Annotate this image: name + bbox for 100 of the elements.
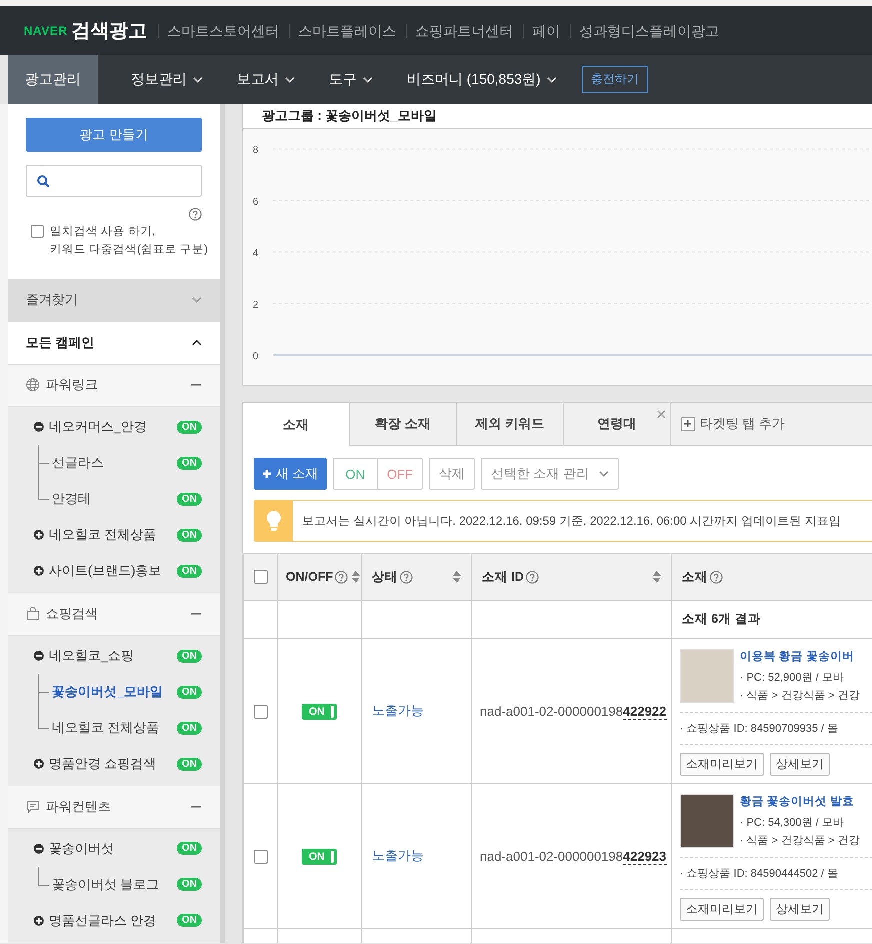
- campaign-item[interactable]: 네오힐코_쇼핑 ON: [8, 638, 220, 674]
- help-icon[interactable]: [400, 570, 413, 584]
- campaign-item[interactable]: 사이트(브랜드)홍보 ON: [8, 553, 220, 590]
- ad-group-item[interactable]: 안경테 ON: [8, 481, 220, 518]
- status-badge: ON: [177, 758, 202, 771]
- campaign-label: 명품안경 쇼핑검색: [49, 755, 158, 774]
- axis-tick-label: 6: [252, 197, 259, 208]
- lightbulb-icon: [266, 510, 282, 532]
- preview-button[interactable]: 소재미리보기: [680, 753, 764, 776]
- plus-circle-icon[interactable]: [34, 566, 44, 576]
- nav-menu-item[interactable]: 비즈머니 (150,853원): [390, 55, 574, 104]
- notice-text: 보고서는 실시간이 아닙니다. 2022.12.16. 09:59 기준, 2022.12.16. 06:00 시간까지 업데이트된 지표입: [301, 512, 841, 530]
- header-link[interactable]: 성과형디스플레이광고: [570, 24, 729, 38]
- column-header: 상태: [372, 568, 398, 586]
- ad-group-item[interactable]: 네오힐코 전체상품 ON: [8, 710, 220, 746]
- new-creative-button[interactable]: 새 소재: [254, 458, 327, 490]
- campaign-item[interactable]: 명품안경 쇼핑검색 ON: [8, 746, 220, 782]
- help-icon[interactable]: [710, 570, 723, 584]
- nav-menu-item[interactable]: 정보관리: [114, 55, 220, 104]
- campaign-label: 꽃송이버섯: [49, 840, 115, 858]
- creative-id: nad-a001-02-000000198422922: [479, 704, 667, 718]
- preview-button[interactable]: 소재미리보기: [680, 898, 764, 921]
- ad-group-item[interactable]: 꽃송이버섯_모바일 ON: [8, 674, 220, 710]
- nav-menu-item[interactable]: 보고서: [220, 55, 312, 104]
- logo-brand[interactable]: NAVER: [24, 24, 68, 38]
- search-field[interactable]: [26, 165, 202, 197]
- plus-circle-icon[interactable]: [34, 759, 44, 770]
- checkbox[interactable]: [254, 570, 268, 584]
- status-badge: ON: [177, 686, 202, 699]
- favorites-header[interactable]: 즐겨찾기: [8, 279, 220, 322]
- chevron-icon: [192, 340, 202, 346]
- campaign-type-label: 파워컨텐츠: [46, 798, 112, 816]
- header-link[interactable]: 페이: [522, 24, 570, 38]
- chevron-icon: [192, 297, 202, 304]
- ad-group-item[interactable]: 선글라스 ON: [8, 445, 220, 482]
- header-link[interactable]: 스마트플레이스: [288, 24, 406, 38]
- campaign-item[interactable]: 명품선글라스 안경 ON: [8, 902, 220, 939]
- campaign-item[interactable]: 꽃송이버섯 ON: [8, 830, 220, 867]
- help-icon[interactable]: [189, 208, 202, 221]
- status-link[interactable]: 노출가능: [362, 848, 424, 863]
- campaign-type-header[interactable]: 파워컨텐츠: [8, 786, 220, 829]
- plus-icon: [681, 417, 695, 431]
- plus-circle-icon[interactable]: [34, 530, 44, 540]
- chevron-icon: [599, 471, 610, 477]
- campaign-label: 명품선글라스 안경: [49, 912, 158, 930]
- add-tab-button[interactable]: 타겟팅 탭 추가: [671, 403, 792, 445]
- campaign-type-label: 쇼핑검색: [46, 605, 99, 624]
- checkbox[interactable]: [254, 850, 268, 864]
- header-link[interactable]: 스마트스토어센터: [158, 24, 289, 38]
- product-id-text: · 쇼핑상품 ID: 84590444502 / 몰: [680, 868, 838, 880]
- exact-search-label: 일치검색 사용 하기, 키워드 다중검색(쉼표로 구분): [50, 225, 208, 258]
- chart-title: 광고그룹 : 꽃송이버섯_모바일: [262, 107, 437, 126]
- status-badge: ON: [177, 456, 202, 470]
- campaign-type-header[interactable]: 파워링크: [8, 364, 220, 408]
- status-badge: ON: [177, 420, 202, 434]
- nav-menu-item[interactable]: 도구: [312, 55, 390, 104]
- sort-icon[interactable]: [653, 571, 661, 583]
- axis-tick-label: 8: [252, 146, 259, 157]
- sort-icon[interactable]: [453, 571, 461, 583]
- checkbox[interactable]: [254, 704, 268, 719]
- minus-circle-icon[interactable]: [34, 651, 44, 662]
- checkbox[interactable]: [31, 225, 44, 238]
- header-link[interactable]: 쇼핑파트너센터: [406, 24, 523, 38]
- manage-dropdown[interactable]: 선택한 소재 관리: [481, 458, 620, 490]
- tab[interactable]: 소재: [243, 403, 350, 446]
- search-icon: [37, 174, 50, 188]
- photo-placeholder: [680, 649, 734, 703]
- campaign-type-label: 파워링크: [46, 376, 99, 394]
- delete-button[interactable]: 삭제: [429, 458, 476, 490]
- campaign-label: 사이트(브랜드)홍보: [49, 562, 163, 580]
- status-badge: ON: [177, 722, 202, 735]
- minus-circle-icon[interactable]: [34, 844, 44, 854]
- axis-tick-label: 0: [252, 352, 259, 363]
- campaign-type-header[interactable]: 쇼핑검색: [8, 593, 220, 636]
- plus-circle-icon[interactable]: [34, 916, 44, 926]
- result-count: 소재 6개 결과: [681, 612, 761, 626]
- status-link[interactable]: 노출가능: [362, 703, 424, 718]
- create-ad-button[interactable]: 광고 만들기: [26, 118, 202, 152]
- column-header: 소재 ID: [482, 568, 524, 586]
- campaign-label: 네오힐코_쇼핑: [49, 647, 136, 666]
- minus-circle-icon[interactable]: [34, 422, 44, 432]
- help-icon[interactable]: [526, 570, 539, 584]
- preview-button[interactable]: 상세보기: [770, 898, 830, 921]
- ad-group-item[interactable]: 꽃송이버섯 블로그 ON: [8, 866, 220, 903]
- product-title-link[interactable]: 황금 꽃송이버섯 발효: [740, 794, 860, 809]
- preview-button[interactable]: 상세보기: [770, 753, 830, 776]
- close-icon[interactable]: [657, 410, 666, 419]
- photo-placeholder: [680, 794, 734, 848]
- nav-menu-item[interactable]: 광고관리: [8, 55, 98, 104]
- status-badge: ON: [177, 914, 202, 928]
- column-header: ON/OFF: [286, 570, 334, 584]
- logo-product[interactable]: 검색광고: [72, 18, 148, 44]
- campaign-item[interactable]: 네오커머스_안경 ON: [8, 409, 220, 446]
- product-title-link[interactable]: 이용복 황금 꽃송이버: [740, 649, 860, 664]
- category-text: · 식품 > 건강식품 > 건강: [740, 834, 860, 848]
- help-icon[interactable]: [335, 570, 348, 584]
- product-id-text: · 쇼핑상품 ID: 84590709935 / 몰: [680, 723, 838, 735]
- speech-bubble-icon: [26, 800, 40, 814]
- campaign-item[interactable]: 네오힐코 전체상품 ON: [8, 517, 220, 554]
- charge-button[interactable]: 충전하기: [582, 66, 648, 93]
